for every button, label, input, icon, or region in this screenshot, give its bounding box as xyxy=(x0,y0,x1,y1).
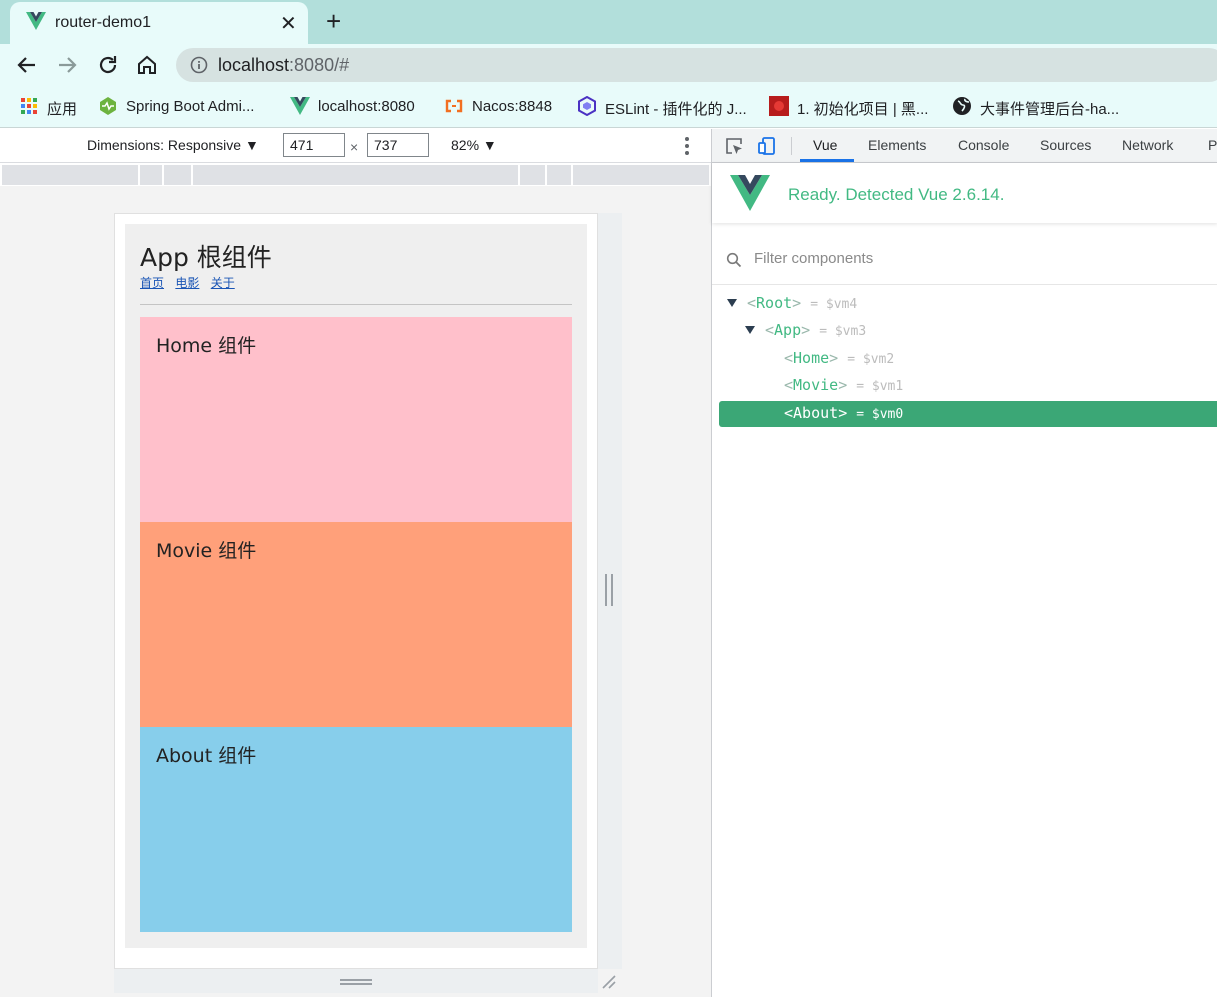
tab-sources[interactable]: Sources xyxy=(1040,137,1091,153)
address-bar[interactable]: localhost:8080/# xyxy=(176,48,1217,82)
tab-console[interactable]: Console xyxy=(958,137,1009,153)
vue-logo-icon xyxy=(730,175,770,211)
device-toolbar: Dimensions: Responsive ▼ × 82% ▼ xyxy=(0,129,711,163)
home-component-label: Home 组件 xyxy=(156,335,257,357)
expand-caret-icon[interactable] xyxy=(727,299,737,307)
eslint-icon xyxy=(578,96,596,116)
browser-tab[interactable]: router-demo1 ✕ xyxy=(10,2,308,44)
inspect-element-icon[interactable] xyxy=(724,136,744,156)
tab-strip: router-demo1 ✕ + xyxy=(0,0,1217,44)
app-nav: 首页 电影 关于 xyxy=(140,274,243,291)
movie-component: Movie 组件 xyxy=(140,522,572,727)
tree-node-home[interactable]: <Home> = $vm2 xyxy=(719,346,1217,372)
expand-caret-icon[interactable] xyxy=(745,326,755,334)
resize-grip-right-icon[interactable] xyxy=(605,574,613,606)
resize-grip-bottom-icon[interactable] xyxy=(340,979,372,985)
apps-grid-icon xyxy=(21,98,37,114)
devtools-panel: Vue Elements Console Sources Network Pe … xyxy=(711,129,1217,997)
filter-bar xyxy=(712,235,1217,285)
about-component: About 组件 xyxy=(140,727,572,932)
about-component-label: About 组件 xyxy=(156,745,257,767)
tab-title: router-demo1 xyxy=(55,14,152,31)
url-text: localhost:8080/# xyxy=(218,55,350,75)
nacos-icon xyxy=(445,99,463,113)
home-icon[interactable] xyxy=(135,53,159,77)
bookmarks-bar: 应用 Spring Boot Admi... localhost:8080 Na… xyxy=(0,86,1217,128)
nav-link-home[interactable]: 首页 xyxy=(140,276,164,290)
height-input[interactable] xyxy=(367,133,429,157)
heima-icon xyxy=(769,96,789,116)
vue-status-text: Ready. Detected Vue 2.6.14. xyxy=(788,185,1005,204)
tree-node-root[interactable]: <Root> = $vm4 xyxy=(719,291,1217,317)
active-tab-indicator xyxy=(800,159,854,162)
tab-close-icon[interactable]: ✕ xyxy=(280,11,297,36)
tree-node-app[interactable]: <App> = $vm3 xyxy=(719,318,1217,344)
times-separator: × xyxy=(350,139,359,155)
vue-logo-icon xyxy=(290,97,310,115)
reload-icon[interactable] xyxy=(96,53,120,77)
tab-vue[interactable]: Vue xyxy=(813,137,837,153)
filter-components-input[interactable] xyxy=(754,250,1194,267)
divider xyxy=(140,304,572,305)
more-options-icon[interactable] xyxy=(683,136,691,156)
movie-component-label: Movie 组件 xyxy=(156,540,257,562)
tree-node-movie[interactable]: <Movie> = $vm1 xyxy=(719,373,1217,399)
tabbar-separator xyxy=(791,137,792,155)
tab-network[interactable]: Network xyxy=(1122,137,1173,153)
back-arrow-icon[interactable] xyxy=(15,53,39,77)
vue-logo-icon xyxy=(26,12,46,30)
nav-link-about[interactable]: 关于 xyxy=(211,276,235,290)
device-frame: App 根组件 首页 电影 关于 Home 组件 Movie 组件 About … xyxy=(114,213,598,969)
vue-devtools-header: Ready. Detected Vue 2.6.14. xyxy=(712,163,1217,223)
forward-arrow-icon[interactable] xyxy=(55,53,79,77)
tab-elements[interactable]: Elements xyxy=(868,137,926,153)
devtools-tabbar: Vue Elements Console Sources Network Pe xyxy=(712,129,1217,163)
device-toggle-icon[interactable] xyxy=(757,136,777,156)
media-query-bar[interactable] xyxy=(2,165,709,185)
device-viewport-area: App 根组件 首页 电影 关于 Home 组件 Movie 组件 About … xyxy=(0,186,711,997)
zoom-dropdown[interactable]: 82% ▼ xyxy=(451,137,497,153)
app-root: App 根组件 首页 电影 关于 Home 组件 Movie 组件 About … xyxy=(125,224,587,948)
new-tab-button[interactable]: + xyxy=(326,6,341,37)
info-icon[interactable] xyxy=(190,56,208,74)
tree-node-about[interactable]: <About> = $vm0 xyxy=(719,401,1217,427)
page-title: App 根组件 xyxy=(140,243,272,272)
spring-boot-admin-icon xyxy=(100,97,116,115)
tab-performance[interactable]: Pe xyxy=(1208,137,1217,153)
search-icon xyxy=(726,252,742,268)
resize-corner-icon[interactable] xyxy=(600,973,618,991)
home-component: Home 组件 xyxy=(140,317,572,522)
dimensions-dropdown[interactable]: Dimensions: Responsive ▼ xyxy=(87,137,259,153)
nav-link-movie[interactable]: 电影 xyxy=(175,276,199,290)
width-input[interactable] xyxy=(283,133,345,157)
globe-icon xyxy=(953,97,971,115)
browser-toolbar: localhost:8080/# xyxy=(0,44,1217,86)
